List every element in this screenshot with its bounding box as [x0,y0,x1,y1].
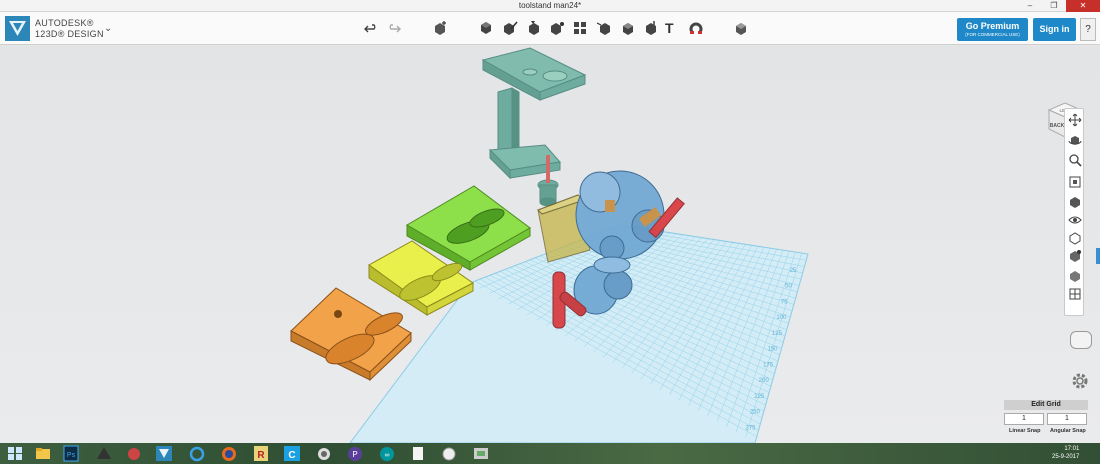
angular-snap-label: Angular Snap [1050,428,1086,434]
grid-label: 100 [776,315,787,321]
title-bar: toolstand man24* – ❐ ✕ [0,0,1100,12]
grid-label: 25 [790,268,797,274]
grid-label: 250 [750,410,761,416]
svg-text:P: P [352,450,357,459]
123d-design-taskbar-icon[interactable] [155,445,173,462]
redo-icon[interactable] [386,20,402,36]
snap-magnet-icon[interactable] [688,20,704,36]
pattern-icon[interactable] [572,20,588,36]
system-clock[interactable]: 17:01 25-9-2017 [1052,445,1079,461]
help-button[interactable]: ? [1080,18,1096,41]
add-shape-icon[interactable] [432,20,448,36]
grid-label: 75 [781,299,788,305]
material-icon[interactable] [733,20,749,36]
primitives-icon[interactable] [478,20,494,36]
ghost-stand [481,47,587,207]
notes-icon[interactable] [409,445,427,462]
combine-icon[interactable] [620,20,636,36]
premium-subtitle: (FOR COMMERCIAL USE) [965,32,1020,37]
maximize-button[interactable]: ❐ [1042,0,1066,12]
internet-explorer-icon[interactable] [188,445,206,462]
app-icon-r[interactable]: R [252,445,270,462]
scene-canvas[interactable]: 25 50 75 100 125 150 175 200 225 250 275 [0,46,1100,443]
close-button[interactable]: ✕ [1066,0,1100,12]
windows-taskbar: Ps R C P ∞ 17:01 25-9-2017 [0,443,1100,464]
sketch-icon[interactable] [502,20,518,36]
undo-icon[interactable] [363,20,379,36]
construct-icon[interactable] [526,20,542,36]
fit-view-icon[interactable] [1068,175,1082,189]
edit-grid-button[interactable]: Edit Grid [1004,400,1088,410]
material-view-icon[interactable] [1068,249,1082,263]
svg-text:Ps: Ps [67,452,76,459]
go-premium-button[interactable]: Go Premium (FOR COMMERCIAL USE) [957,18,1028,41]
brand-company: AUTODESK® [35,18,94,28]
grid-label: 125 [772,331,783,337]
sign-in-button[interactable]: Sign in [1033,18,1076,41]
start-button-icon[interactable] [6,445,24,462]
app-icon-2[interactable] [125,445,143,462]
svg-text:R: R [257,450,265,461]
angular-snap-input[interactable]: 1 [1047,413,1087,425]
grid-label: 275 [745,425,756,431]
settings-gear-icon[interactable] [1070,371,1090,391]
grid-label: 150 [768,347,779,353]
brand-product: 123D® DESIGN [35,29,104,39]
window-title: toolstand man24* [518,1,582,10]
app-icon-p[interactable]: P [346,445,364,462]
grid-label: 50 [785,284,792,290]
app-icon-4[interactable] [440,445,458,462]
grid-label: 200 [759,378,770,384]
app-menu-chevron-icon[interactable]: ⌄ [104,23,112,34]
svg-text:C: C [288,450,295,461]
grid-label: 175 [763,362,774,368]
text-tool-icon[interactable]: T [665,20,674,36]
main-toolbar: AUTODESK® 123D® DESIGN ⌄ T Go Premium (F… [0,12,1100,45]
orbit-icon[interactable] [1068,133,1082,147]
firefox-icon[interactable] [220,445,238,462]
3d-viewport[interactable]: 25 50 75 100 125 150 175 200 225 250 275 [0,46,1100,443]
premium-title: Go Premium [965,21,1020,31]
linear-snap-label: Linear Snap [1009,428,1041,434]
snap-grid-icon[interactable] [1068,287,1082,301]
photoshop-icon[interactable]: Ps [62,445,80,462]
pan-icon[interactable] [1068,113,1082,127]
side-panel-tab[interactable] [1096,248,1100,264]
clock-time: 17:01 [1064,446,1080,452]
outline-icon[interactable] [1068,269,1082,283]
measure-icon[interactable] [643,20,659,36]
app-icon-3[interactable] [315,445,333,462]
app-icon-5[interactable] [472,445,490,462]
view-cube-back-face[interactable]: BACK [1050,123,1065,129]
app-icon-1[interactable] [95,445,113,462]
svg-text:∞: ∞ [385,452,390,459]
visibility-icon[interactable] [1068,213,1082,227]
grouping-icon[interactable] [596,20,612,36]
zoom-icon[interactable] [1068,153,1082,167]
navigation-bar [1064,108,1084,316]
linear-snap-input[interactable]: 1 [1004,413,1044,425]
minimize-button[interactable]: – [1018,0,1042,12]
orange-wedge [290,287,412,382]
app-icon-c[interactable]: C [283,445,301,462]
grid-label: 225 [754,394,765,400]
file-explorer-icon[interactable] [34,445,52,462]
wireframe-icon[interactable] [1068,231,1082,245]
clock-date: 25-9-2017 [1052,454,1080,460]
perspective-icon[interactable] [1068,195,1082,209]
app-logo[interactable] [5,16,30,41]
arduino-icon[interactable]: ∞ [378,445,396,462]
modify-icon[interactable] [549,20,565,36]
toggle-panel-button[interactable] [1070,331,1092,349]
